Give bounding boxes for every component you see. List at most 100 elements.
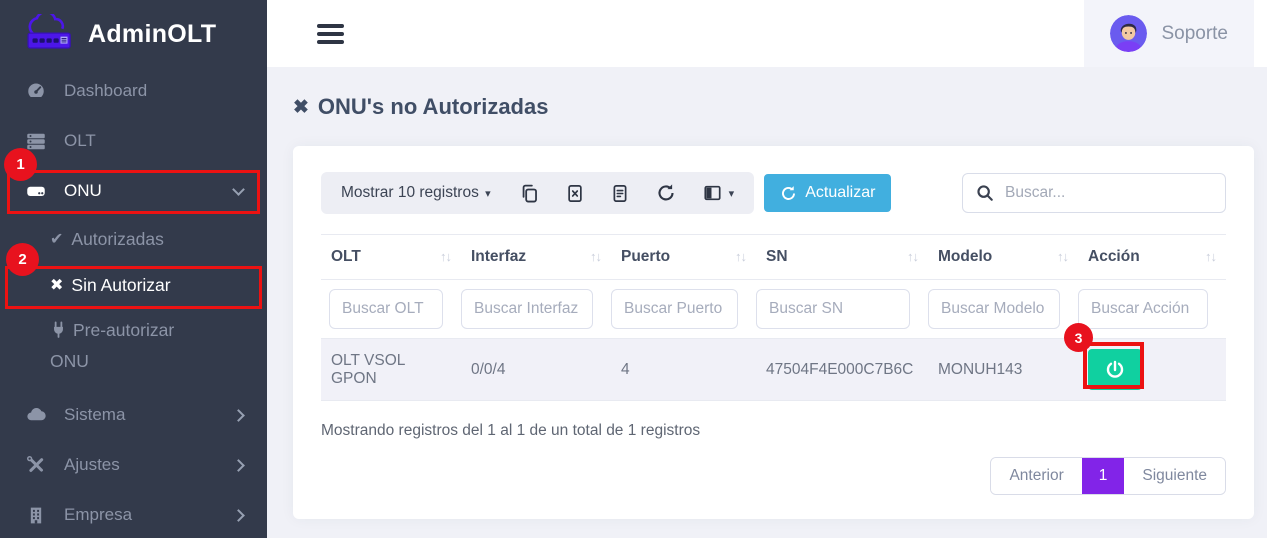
filter-interfaz-input[interactable]: [461, 289, 593, 329]
global-search: [962, 173, 1226, 213]
column-header-modelo[interactable]: ↑↓Modelo: [928, 235, 1078, 280]
sidebar: AdminOLT Dashboard OLT ONU ✔ Autorizadas: [0, 0, 267, 538]
brand-logo[interactable]: AdminOLT: [0, 0, 267, 66]
filter-sn-input[interactable]: [756, 289, 910, 329]
authorize-onu-button[interactable]: [1088, 349, 1142, 390]
sidebar-item-olt[interactable]: OLT: [0, 116, 267, 166]
cloud-icon: [24, 405, 48, 425]
user-menu[interactable]: Soporte: [1084, 0, 1254, 67]
table-header-row: ↑↓OLT ↑↓Interfaz ↑↓Puerto ↑↓SN ↑↓Modelo …: [321, 235, 1226, 280]
server-icon: [24, 131, 48, 151]
sidebar-item-label: OLT: [64, 131, 96, 151]
building-icon: [24, 506, 48, 525]
table-row: OLT VSOL GPON 0/0/4 4 47504F4E000C7B6C M…: [321, 339, 1226, 401]
cell-accion: [1078, 339, 1226, 401]
pagination-prev-button[interactable]: Anterior: [991, 458, 1081, 494]
sort-icon: ↑↓: [1057, 249, 1068, 264]
filter-modelo-input[interactable]: [928, 289, 1060, 329]
sidebar-item-onu[interactable]: ONU: [0, 166, 267, 216]
plug-icon: [50, 318, 67, 347]
check-icon: ✔: [50, 229, 63, 249]
column-visibility-button[interactable]: ▾: [703, 184, 735, 202]
search-icon: [976, 184, 994, 202]
cloud-router-logo-icon: [22, 14, 78, 54]
pagination-page-1[interactable]: 1: [1082, 458, 1125, 494]
cell-interfaz: 0/0/4: [461, 339, 611, 401]
column-header-sn[interactable]: ↑↓SN: [756, 235, 928, 280]
sort-icon: ↑↓: [907, 249, 918, 264]
pdf-export-button[interactable]: [611, 184, 629, 203]
power-icon: [1104, 359, 1126, 381]
sort-icon: ↑↓: [440, 249, 451, 264]
column-header-olt[interactable]: ↑↓OLT: [321, 235, 461, 280]
chevron-right-icon: [232, 459, 245, 472]
file-text-icon: [611, 184, 629, 203]
table-toolbar: Mostrar 10 registros ▾: [321, 172, 1226, 214]
table-card: Mostrar 10 registros ▾: [293, 146, 1254, 519]
sidebar-item-label: Autorizadas: [71, 229, 163, 250]
pagination-next-button[interactable]: Siguiente: [1124, 458, 1225, 494]
chevron-down-icon: [232, 183, 245, 196]
filter-puerto-input[interactable]: [611, 289, 738, 329]
caret-down-icon: ▾: [729, 187, 735, 200]
sort-icon: ↑↓: [590, 249, 601, 264]
actualizar-button[interactable]: Actualizar: [764, 174, 891, 212]
column-header-puerto[interactable]: ↑↓Puerto: [611, 235, 756, 280]
refresh-icon: [656, 183, 676, 203]
column-header-accion[interactable]: ↑↓Acción: [1078, 235, 1226, 280]
user-name: Soporte: [1161, 23, 1228, 45]
brand-name: AdminOLT: [88, 20, 216, 49]
sidebar-item-dashboard[interactable]: Dashboard: [0, 66, 267, 116]
pagination: Anterior 1 Siguiente: [990, 457, 1226, 495]
avatar: [1110, 15, 1147, 52]
sidebar-item-empresa[interactable]: Empresa: [0, 490, 267, 538]
cell-sn: 47504F4E000C7B6C: [756, 339, 928, 401]
caret-down-icon: ▾: [485, 188, 491, 200]
filter-olt-input[interactable]: [329, 289, 443, 329]
app-window: AdminOLT Dashboard OLT ONU ✔ Autorizadas: [0, 0, 1267, 538]
top-header: Soporte: [267, 0, 1267, 67]
tools-icon: [24, 455, 48, 475]
sort-icon: ↑↓: [1205, 249, 1216, 264]
cell-puerto: 4: [611, 339, 756, 401]
excel-file-icon: [566, 184, 584, 203]
copy-icon: [520, 184, 539, 203]
table-info: Mostrando registros del 1 al 1 de un tot…: [321, 422, 1226, 440]
chevron-right-icon: [232, 409, 245, 422]
sidebar-item-label: Empresa: [64, 505, 132, 525]
sidebar-item-label: Sistema: [64, 405, 125, 425]
sidebar-item-ajustes[interactable]: Ajustes: [0, 440, 267, 490]
page-title: ✖ ONU's no Autorizadas: [293, 94, 1267, 120]
sort-icon: ↑↓: [735, 249, 746, 264]
main-content: ✖ ONU's no Autorizadas Mostrar 10 regist…: [267, 67, 1267, 538]
page-length-select[interactable]: Mostrar 10 registros ▾: [341, 184, 491, 202]
sidebar-item-label: Ajustes: [64, 455, 120, 475]
sidebar-item-label: Dashboard: [64, 81, 147, 101]
close-icon: ✖: [293, 96, 309, 119]
sidebar-item-autorizadas[interactable]: ✔ Autorizadas: [0, 216, 267, 262]
hdd-icon: [24, 181, 48, 201]
sidebar-item-label: Sin Autorizar: [71, 275, 170, 296]
close-icon: ✖: [50, 275, 63, 295]
gauge-icon: [24, 81, 48, 101]
sidebar-item-label: Pre-autorizar ONU: [50, 320, 174, 371]
toolbar-group: Mostrar 10 registros ▾: [321, 172, 754, 214]
filter-accion-input[interactable]: [1078, 289, 1208, 329]
sidebar-item-sistema[interactable]: Sistema: [0, 390, 267, 440]
columns-icon: [703, 184, 722, 202]
sidebar-item-sin-autorizar[interactable]: ✖ Sin Autorizar: [0, 262, 267, 308]
sidebar-item-label: ONU: [64, 181, 102, 201]
column-header-interfaz[interactable]: ↑↓Interfaz: [461, 235, 611, 280]
reload-button[interactable]: [656, 183, 676, 203]
search-input[interactable]: [1005, 184, 1212, 202]
sidebar-item-pre-autorizar-onu[interactable]: Pre-autorizar ONU: [0, 308, 210, 384]
cell-modelo: MONUH143: [928, 339, 1078, 401]
cell-olt: OLT VSOL GPON: [321, 339, 461, 401]
table-filter-row: [321, 280, 1226, 339]
onu-table: ↑↓OLT ↑↓Interfaz ↑↓Puerto ↑↓SN ↑↓Modelo …: [321, 234, 1226, 401]
chevron-right-icon: [232, 509, 245, 522]
excel-export-button[interactable]: [566, 184, 584, 203]
refresh-icon: [780, 185, 797, 202]
menu-toggle-button[interactable]: [317, 20, 344, 48]
copy-button[interactable]: [520, 184, 539, 203]
